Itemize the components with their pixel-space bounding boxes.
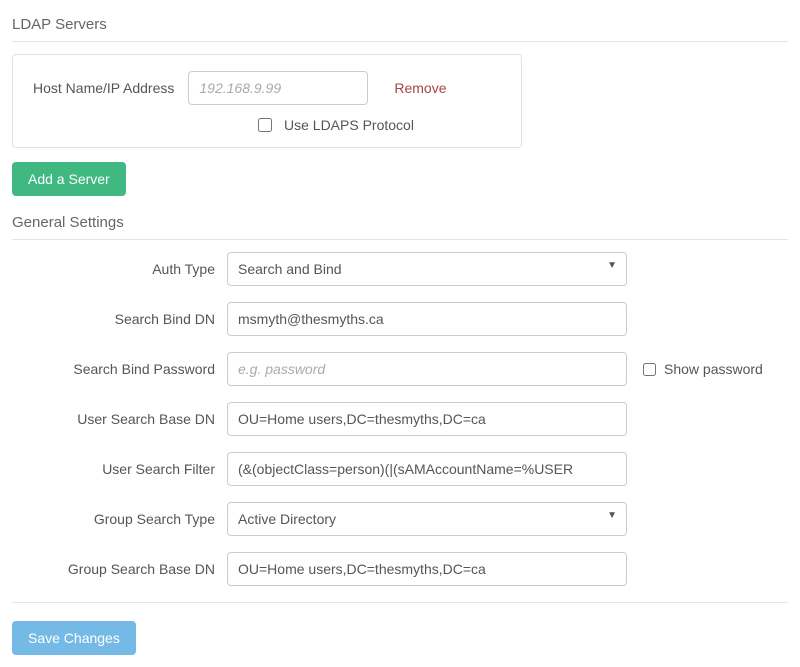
- server-row: Host Name/IP Address Remove: [33, 71, 501, 105]
- ldap-servers-title: LDAP Servers: [12, 12, 788, 41]
- auth-type-row: Auth Type Search and Bind ▼: [12, 252, 788, 286]
- group-search-base-dn-input[interactable]: [227, 552, 627, 586]
- user-search-filter-row: User Search Filter: [12, 452, 788, 486]
- search-bind-pw-input[interactable]: [227, 352, 627, 386]
- user-search-filter-input[interactable]: [227, 452, 627, 486]
- divider: [12, 239, 788, 240]
- add-server-button[interactable]: Add a Server: [12, 162, 126, 196]
- search-bind-dn-input[interactable]: [227, 302, 627, 336]
- host-label: Host Name/IP Address: [33, 80, 174, 96]
- auth-type-select[interactable]: Search and Bind: [227, 252, 627, 286]
- auth-type-label: Auth Type: [12, 261, 227, 277]
- group-search-base-dn-label: Group Search Base DN: [12, 561, 227, 577]
- search-bind-pw-label: Search Bind Password: [12, 361, 227, 377]
- user-search-base-dn-label: User Search Base DN: [12, 411, 227, 427]
- search-bind-dn-row: Search Bind DN: [12, 302, 788, 336]
- server-box: Host Name/IP Address Remove Use LDAPS Pr…: [12, 54, 522, 148]
- show-password-checkbox[interactable]: [643, 363, 656, 376]
- show-password-label: Show password: [664, 361, 763, 377]
- use-ldaps-checkbox[interactable]: [258, 118, 272, 132]
- divider: [12, 41, 788, 42]
- search-bind-dn-label: Search Bind DN: [12, 311, 227, 327]
- user-search-base-dn-input[interactable]: [227, 402, 627, 436]
- general-settings-form: Auth Type Search and Bind ▼ Search Bind …: [12, 252, 788, 586]
- group-search-base-dn-row: Group Search Base DN: [12, 552, 788, 586]
- host-input[interactable]: [188, 71, 368, 105]
- group-search-type-label: Group Search Type: [12, 511, 227, 527]
- ldaps-row: Use LDAPS Protocol: [258, 117, 501, 133]
- group-search-type-row: Group Search Type Active Directory ▼: [12, 502, 788, 536]
- user-search-base-dn-row: User Search Base DN: [12, 402, 788, 436]
- divider: [12, 602, 788, 603]
- group-search-type-select[interactable]: Active Directory: [227, 502, 627, 536]
- show-password-wrap: Show password: [643, 361, 763, 377]
- search-bind-pw-row: Search Bind Password Show password: [12, 352, 788, 386]
- user-search-filter-label: User Search Filter: [12, 461, 227, 477]
- use-ldaps-label: Use LDAPS Protocol: [284, 117, 414, 133]
- save-changes-button[interactable]: Save Changes: [12, 621, 136, 655]
- general-settings-title: General Settings: [12, 210, 788, 239]
- remove-server-link[interactable]: Remove: [394, 80, 446, 96]
